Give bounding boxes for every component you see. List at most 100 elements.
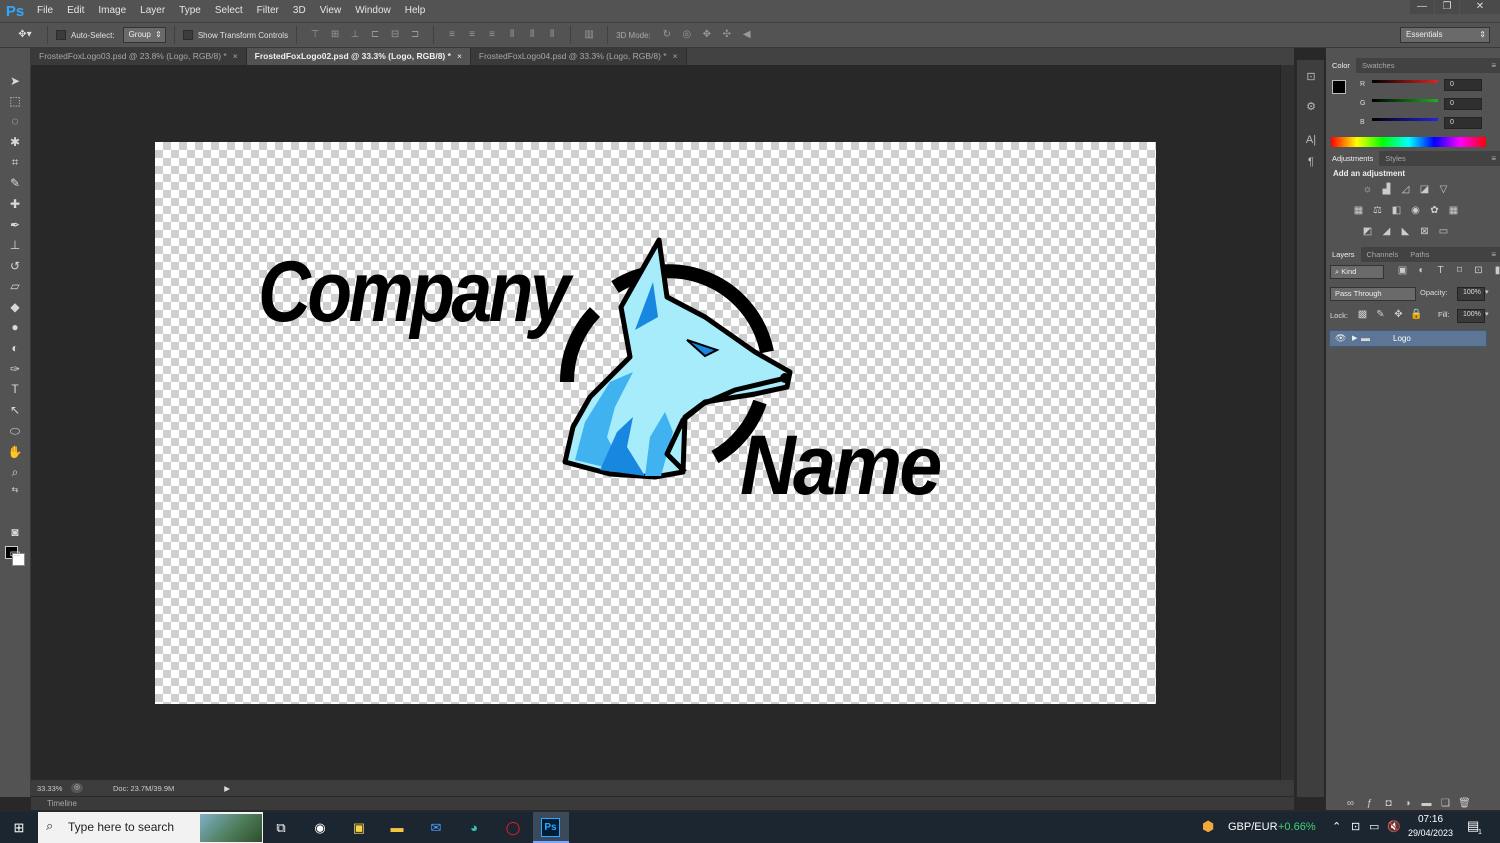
blend-mode-dropdown[interactable]: Pass Through [1330,287,1416,301]
swap-colors-icon[interactable]: ⇆ [5,485,25,495]
ellipse-tool-icon[interactable]: ⬭ [5,422,25,441]
panel-menu-icon[interactable]: ≡ [1491,58,1496,73]
show-transform-checkbox[interactable] [182,30,193,40]
channel-mixer-icon[interactable]: ✿ [1428,205,1441,216]
align-hcenter-icon[interactable]: ⊟ [388,29,402,41]
blur-tool-icon[interactable]: ● [5,318,25,337]
lock-position-icon[interactable]: ✥ [1392,309,1405,320]
timeline-panel-tab[interactable]: Timeline [31,796,1294,810]
green-slider[interactable] [1372,99,1438,102]
3d-pan-icon[interactable]: ✥ [700,29,714,41]
link-layers-icon[interactable]: ∞ [1344,798,1357,809]
new-group-icon[interactable]: ▬ [1420,798,1433,809]
green-value[interactable]: 0 [1444,98,1482,110]
display-icon[interactable]: ▭ [1369,820,1379,833]
new-layer-icon[interactable]: ❏ [1439,798,1452,809]
brightness-icon[interactable]: ☼ [1361,184,1374,195]
type-tool-icon[interactable]: T [5,380,25,399]
posterize-icon[interactable]: ◢ [1380,226,1393,237]
menu-filter[interactable]: Filter [250,0,286,22]
blue-value[interactable]: 0 [1444,117,1482,129]
status-menu-arrow-icon[interactable]: ▶ [224,784,230,793]
close-button[interactable]: ✕ [1460,0,1500,14]
selective-color-icon[interactable]: ⊠ [1418,226,1431,237]
menu-image[interactable]: Image [91,0,133,22]
show-hidden-icons-icon[interactable]: ⌃ [1332,820,1341,833]
blue-slider[interactable] [1372,118,1438,121]
add-mask-icon[interactable]: ◘ [1382,798,1395,809]
tab-layers[interactable]: Layers [1326,247,1361,262]
exposure-icon[interactable]: ◪ [1418,184,1431,195]
threshold-icon[interactable]: ◣ [1399,226,1412,237]
layer-row-logo[interactable]: 👁 ▶ ▬ Logo [1329,330,1487,347]
tab-close-icon[interactable]: × [673,51,678,61]
distribute-top-icon[interactable]: ≡ [445,29,459,41]
3d-scale-icon[interactable]: ◀ [740,29,754,41]
3d-slide-icon[interactable]: ✣ [720,29,734,41]
menu-edit[interactable]: Edit [60,0,91,22]
steam-icon[interactable]: ◉ [309,817,331,839]
eraser-tool-icon[interactable]: ▱ [5,277,25,296]
distribute-right-icon[interactable]: ⫴ [545,29,559,41]
opera-browser-icon[interactable]: ◯ [502,817,524,839]
menu-file[interactable]: File [30,0,60,22]
visibility-eye-icon[interactable]: 👁 [1335,333,1346,344]
panel-menu-icon[interactable]: ≡ [1491,247,1496,262]
tab-paths[interactable]: Paths [1404,247,1435,262]
move-tool-preset-icon[interactable]: ✥▾ [14,29,36,41]
distribute-bottom-icon[interactable]: ≡ [485,29,499,41]
filter-shape-icon[interactable]: ⌑ [1453,265,1466,276]
layer-filter-kind[interactable]: ⌕ Kind [1330,265,1384,279]
distribute-left-icon[interactable]: ⫴ [505,29,519,41]
character-icon[interactable]: A| [1302,131,1320,149]
volume-muted-icon[interactable]: 🔇 [1387,820,1401,833]
screen-mode-icon[interactable]: ▭ [5,544,25,563]
tab-channels[interactable]: Channels [1361,247,1405,262]
clock-time[interactable]: 07:16 [1418,814,1443,825]
lasso-tool-icon[interactable]: ◌ [5,112,25,131]
filter-smart-object-icon[interactable]: ⊡ [1472,265,1485,276]
quick-mask-icon[interactable]: ◙ [5,523,25,542]
tab-swatches[interactable]: Swatches [1356,58,1401,73]
network-icon[interactable]: ⊡ [1351,820,1360,833]
tab-close-icon[interactable]: × [233,51,238,61]
filter-adjustment-icon[interactable]: ◐ [1415,265,1428,276]
align-vcenter-icon[interactable]: ⊞ [328,29,342,41]
minimize-button[interactable]: — [1410,0,1434,14]
expand-group-icon[interactable]: ▶ [1352,334,1357,342]
menu-type[interactable]: Type [172,0,208,22]
menu-select[interactable]: Select [208,0,250,22]
fx-icon[interactable]: ƒ [1363,798,1376,809]
align-top-icon[interactable]: ⊤ [308,29,322,41]
history-icon[interactable]: ⊡ [1302,68,1320,86]
windows-start-icon[interactable]: ⊞ [8,817,30,839]
lock-all-icon[interactable]: 🔒 [1410,309,1423,320]
gradient-map-icon[interactable]: ▭ [1437,226,1450,237]
filter-pixel-icon[interactable]: ▣ [1396,265,1409,276]
marquee-tool-icon[interactable]: ⬚ [5,92,25,111]
align-left-icon[interactable]: ⊏ [368,29,382,41]
menu-view[interactable]: View [313,0,349,22]
file-explorer-icon[interactable]: ▬ [386,817,408,839]
tab-frostedfoxlogo03[interactable]: FrostedFoxLogo03.psd @ 23.8% (Logo, RGB/… [31,48,247,65]
color-spectrum[interactable] [1331,137,1486,147]
mail-icon[interactable]: ✉ [425,817,447,839]
delete-layer-icon[interactable]: 🗑 [1458,798,1471,809]
path-selection-tool-icon[interactable]: ↖ [5,401,25,420]
vibrance-icon[interactable]: ▽ [1437,184,1450,195]
distribute-hcenter-icon[interactable]: ⫴ [525,29,539,41]
clone-stamp-tool-icon[interactable]: ⊥ [5,236,25,255]
hue-saturation-icon[interactable]: ▦ [1352,205,1365,216]
pen-tool-icon[interactable]: ✑ [5,360,25,379]
task-view-icon[interactable]: ⧉ [270,817,292,839]
levels-icon[interactable]: ▟ [1380,184,1393,195]
crop-tool-icon[interactable]: ⌗ [5,153,25,172]
curves-icon[interactable]: ◿ [1399,184,1412,195]
zoom-level[interactable]: 33.33% [31,784,71,793]
tab-styles[interactable]: Styles [1379,151,1411,166]
align-bottom-icon[interactable]: ⊥ [348,29,362,41]
store-icon[interactable]: ▣ [348,817,370,839]
properties-icon[interactable]: ⚙ [1302,98,1320,116]
color-lookup-icon[interactable]: ▦ [1447,205,1460,216]
edge-browser-icon[interactable]: ◕ [463,817,485,839]
